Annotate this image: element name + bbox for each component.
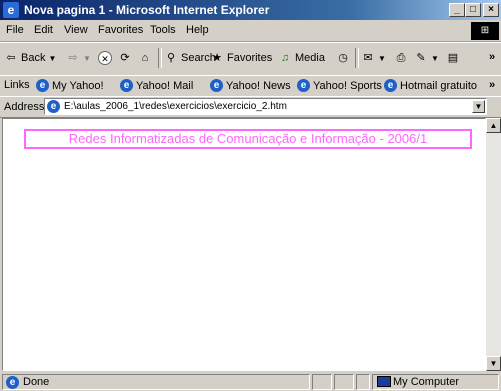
- close-button[interactable]: ×: [483, 3, 499, 17]
- ie-page-icon: e: [120, 79, 133, 92]
- ie-page-icon: e: [297, 79, 310, 92]
- forward-button[interactable]: ⇨ ▼: [66, 51, 91, 65]
- scroll-up-icon[interactable]: ▲: [486, 118, 501, 133]
- vertical-scrollbar[interactable]: ▲ ▼: [486, 118, 501, 371]
- back-dropdown-icon: ▼: [48, 53, 57, 63]
- status-main: e Done: [2, 374, 310, 390]
- address-dropdown-icon[interactable]: ▼: [472, 100, 485, 113]
- media-icon: ♫: [280, 52, 290, 64]
- menu-help[interactable]: Help: [186, 24, 209, 36]
- search-button[interactable]: ⚲ Search: [164, 51, 216, 65]
- maximize-button[interactable]: □: [465, 3, 481, 17]
- home-icon: ⌂: [141, 52, 149, 64]
- back-label: Back: [21, 52, 46, 64]
- search-icon: ⚲: [166, 52, 176, 64]
- favorites-label: Favorites: [227, 52, 273, 64]
- link-yahoo-mail[interactable]: e Yahoo! Mail: [120, 79, 193, 92]
- discuss-icon: ▤: [447, 52, 459, 64]
- link-yahoo-sports[interactable]: e Yahoo! Sports: [297, 79, 382, 92]
- links-label: Links: [4, 79, 30, 91]
- toolbar-separator: [158, 48, 162, 68]
- toolbar-overflow-icon[interactable]: »: [489, 51, 495, 63]
- status-cell: [356, 374, 370, 390]
- favorites-icon: ★: [212, 52, 222, 64]
- menu-favorites[interactable]: Favorites: [98, 24, 143, 36]
- status-zone: My Computer: [372, 374, 499, 390]
- window-title: Nova pagina 1 - Microsoft Internet Explo…: [24, 3, 270, 17]
- refresh-icon: ⟳: [120, 52, 130, 64]
- link-label: My Yahoo!: [52, 79, 104, 92]
- link-label: Yahoo! News: [226, 79, 291, 92]
- address-input[interactable]: e E:\aulas_2006_1\redes\exercicios\exerc…: [44, 98, 487, 115]
- forward-dropdown-icon: ▼: [83, 53, 91, 63]
- edit-button[interactable]: ✎ ▼: [414, 51, 439, 65]
- ie-icon: e: [3, 2, 19, 18]
- history-icon: ◷: [338, 52, 348, 64]
- mail-button[interactable]: ✉ ▼: [361, 51, 386, 65]
- title-bar[interactable]: e Nova pagina 1 - Microsoft Internet Exp…: [0, 0, 501, 20]
- link-yahoo-news[interactable]: e Yahoo! News: [210, 79, 291, 92]
- toolbar-separator: [355, 48, 359, 68]
- link-label: Yahoo! Sports: [313, 79, 382, 92]
- stop-button[interactable]: ✕: [98, 51, 112, 65]
- link-my-yahoo[interactable]: e My Yahoo!: [36, 79, 104, 92]
- menu-file[interactable]: File: [6, 24, 24, 36]
- my-computer-icon: [377, 376, 391, 387]
- status-text: Done: [23, 376, 50, 388]
- back-arrow-icon: ⇦: [6, 52, 16, 64]
- edit-icon: ✎: [416, 52, 426, 64]
- history-button[interactable]: ◷: [336, 51, 350, 65]
- address-label: Address: [4, 101, 45, 113]
- ie-page-icon: e: [47, 100, 60, 113]
- address-value: E:\aulas_2006_1\redes\exercicios\exercic…: [64, 101, 287, 112]
- print-icon: ⎙: [396, 52, 406, 64]
- edit-dropdown-icon: ▼: [431, 53, 439, 63]
- minimize-button[interactable]: _: [449, 3, 465, 17]
- mail-dropdown-icon: ▼: [378, 53, 386, 63]
- back-button[interactable]: ⇦ Back ▼: [4, 51, 56, 65]
- links-bar: Links e My Yahoo! e Yahoo! Mail e Yahoo!…: [0, 75, 501, 97]
- media-button[interactable]: ♫ Media: [278, 51, 325, 65]
- home-button[interactable]: ⌂: [138, 51, 152, 65]
- zone-text: My Computer: [393, 376, 460, 388]
- menu-view[interactable]: View: [64, 24, 88, 36]
- menu-bar: File Edit View Favorites Tools Help ⊞: [0, 21, 501, 42]
- page-heading: Redes Informatizadas de Comunicação e In…: [24, 129, 472, 149]
- scroll-down-icon[interactable]: ▼: [486, 356, 501, 371]
- address-bar: Address e E:\aulas_2006_1\redes\exercici…: [0, 96, 501, 118]
- link-label: Hotmail gratuito: [400, 79, 478, 92]
- windows-logo-icon: ⊞: [471, 22, 499, 40]
- ie-page-icon: e: [384, 79, 397, 92]
- link-label: Yahoo! Mail: [136, 79, 194, 92]
- ie-page-icon: e: [210, 79, 223, 92]
- status-bar: e Done My Computer: [0, 373, 501, 391]
- print-button[interactable]: ⎙: [394, 51, 408, 65]
- discuss-button[interactable]: ▤: [446, 51, 460, 65]
- favorites-button[interactable]: ★ Favorites: [210, 51, 272, 65]
- link-hotmail[interactable]: e Hotmail gratuito: [384, 79, 477, 92]
- menu-tools[interactable]: Tools: [150, 24, 176, 36]
- forward-arrow-icon: ⇨: [68, 52, 78, 64]
- status-cell: [312, 374, 332, 390]
- stop-icon: ✕: [98, 51, 112, 65]
- refresh-button[interactable]: ⟳: [118, 51, 132, 65]
- ie-page-icon: e: [36, 79, 49, 92]
- browser-window: e Nova pagina 1 - Microsoft Internet Exp…: [0, 0, 501, 391]
- menu-edit[interactable]: Edit: [34, 24, 53, 36]
- toolbar: ⇦ Back ▼ ⇨ ▼ ✕ ⟳ ⌂ ⚲ Search ★ Favorites …: [0, 42, 501, 76]
- mail-icon: ✉: [363, 52, 373, 64]
- status-cell: [334, 374, 354, 390]
- ie-page-icon: e: [6, 376, 19, 389]
- media-label: Media: [295, 52, 325, 64]
- links-overflow-icon[interactable]: »: [489, 79, 495, 91]
- page-content: Redes Informatizadas de Comunicação e In…: [2, 118, 486, 371]
